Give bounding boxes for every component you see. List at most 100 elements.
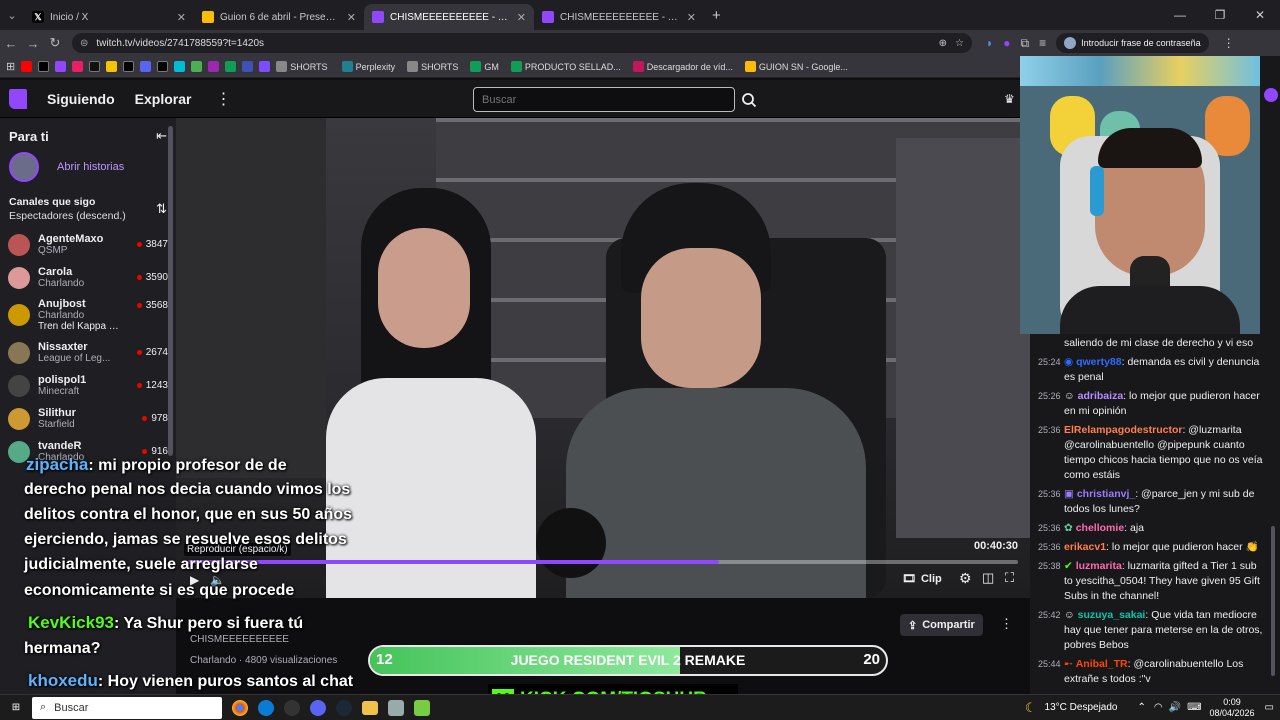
- browser-tab[interactable]: 𝕏 Inicio / X ✕: [24, 4, 194, 30]
- app-taskbar-icon[interactable]: [388, 699, 404, 716]
- chrome-taskbar-icon[interactable]: [232, 699, 248, 716]
- microphone: [536, 508, 606, 578]
- theatre-mode-icon[interactable]: ◫: [982, 570, 994, 586]
- sort-icon[interactable]: ⇅: [156, 201, 167, 217]
- share-icon: ⇪: [908, 619, 918, 632]
- sheets-icon: [510, 61, 522, 72]
- more-menu-icon[interactable]: ⋮: [215, 89, 231, 109]
- close-tab-icon[interactable]: ✕: [517, 11, 526, 24]
- bookmark-item[interactable]: SHORTS: [407, 61, 458, 72]
- volume-tray-icon[interactable]: 🔊: [1169, 702, 1181, 713]
- obs-taskbar-icon[interactable]: [284, 699, 300, 716]
- steam-taskbar-icon[interactable]: [336, 699, 352, 716]
- bookmark-icon[interactable]: [191, 61, 203, 72]
- channel-item[interactable]: Nissaxter League of Leg... 2674: [0, 336, 176, 369]
- bookmark-item[interactable]: Perplexity: [341, 61, 395, 72]
- bookmark-icon[interactable]: [174, 61, 186, 72]
- bookmark-icon[interactable]: [72, 61, 84, 72]
- edge-taskbar-icon[interactable]: [258, 699, 274, 716]
- taskbar-search[interactable]: ⌕ Buscar: [32, 696, 222, 719]
- wifi-icon[interactable]: ◠: [1154, 702, 1163, 713]
- fullscreen-icon[interactable]: ⛶: [1005, 570, 1014, 586]
- search-button[interactable]: [736, 87, 761, 112]
- shirt: [1060, 286, 1240, 334]
- channel-item[interactable]: Carola Charlando 3590: [0, 261, 176, 294]
- bookmark-star-icon[interactable]: ☆: [955, 38, 964, 49]
- sheets-bookmark-icon[interactable]: [225, 61, 237, 72]
- tray-chevron-icon[interactable]: ⌃: [1137, 702, 1145, 713]
- twitch-bookmark-icon[interactable]: [55, 61, 67, 72]
- bookmark-icon[interactable]: [157, 61, 169, 72]
- bookmark-icon[interactable]: [140, 61, 152, 72]
- collapse-sidebar-icon[interactable]: ⇤: [156, 128, 167, 144]
- twitch-logo-icon[interactable]: [9, 88, 27, 109]
- avatar: [8, 407, 30, 430]
- search-input[interactable]: [473, 87, 735, 112]
- following-link[interactable]: Siguiendo: [47, 91, 115, 107]
- browser-tab[interactable]: CHISMEEEEEEEEEE - Twitch✕: [534, 4, 704, 30]
- bookmark-icon[interactable]: [259, 61, 271, 72]
- stories-row[interactable]: Abrir historias: [0, 150, 176, 190]
- close-tab-icon[interactable]: ✕: [687, 11, 696, 24]
- x-bookmark-icon[interactable]: [38, 61, 50, 72]
- browser-tab-active[interactable]: CHISMEEEEEEEEEE - Twitch✕: [364, 4, 534, 30]
- forward-icon[interactable]: →: [22, 36, 44, 51]
- extension-icon[interactable]: ◗: [986, 36, 993, 50]
- notifications-icon[interactable]: ▭: [1265, 702, 1274, 713]
- avatar: [8, 341, 30, 364]
- language-icon[interactable]: ⌨: [1187, 702, 1201, 713]
- bookmark-item[interactable]: PRODUCTO SELLAD...: [510, 61, 621, 72]
- chat-message: 25:42 ☺ suzuya_sakai: Que vida tan medioc…: [1038, 609, 1263, 651]
- bookmark-icon[interactable]: [106, 61, 118, 72]
- youtube-bookmark-icon[interactable]: [21, 61, 33, 72]
- chat-scrollbar[interactable]: [1271, 526, 1275, 676]
- channel-item[interactable]: polispol1 Minecraft 1243: [0, 369, 176, 402]
- chat-message: saliendo de mi clase de derecho y vi eso: [1064, 337, 1254, 349]
- close-window-icon[interactable]: ✕: [1240, 8, 1280, 22]
- browser-tab[interactable]: Guion 6 de abril - Presentacion...✕: [194, 4, 364, 30]
- maximize-icon[interactable]: ❐: [1200, 8, 1240, 22]
- clip-button[interactable]: 🎞 Clip: [902, 572, 942, 586]
- zoom-icon[interactable]: ⊕: [939, 38, 947, 49]
- bookmark-icon[interactable]: [89, 61, 101, 72]
- discord-taskbar-icon[interactable]: [310, 699, 326, 716]
- sidebar-scrollbar[interactable]: [168, 126, 173, 456]
- tab-list-chevron-icon[interactable]: ⌄: [0, 9, 24, 22]
- apps-grid-icon[interactable]: ⊞: [6, 60, 15, 73]
- chat-badge-icon: ✿: [1064, 522, 1076, 534]
- new-tab-icon[interactable]: +: [712, 7, 721, 24]
- settings-gear-icon[interactable]: ⚙: [959, 570, 972, 587]
- close-tab-icon[interactable]: ✕: [177, 11, 186, 24]
- inbox-crown-icon[interactable]: ♛: [1004, 92, 1015, 106]
- app-taskbar-icon[interactable]: [414, 699, 430, 716]
- channel-item[interactable]: AnujbostCharlandoTren del Kappa dora...3…: [0, 294, 176, 336]
- bookmark-icon[interactable]: [208, 61, 220, 72]
- channel-item[interactable]: Silithur Starfield 978: [0, 402, 176, 435]
- bookmark-item[interactable]: GM: [470, 61, 499, 72]
- explore-link[interactable]: Explorar: [135, 91, 192, 107]
- clock[interactable]: 0:09 08/04/2026: [1210, 697, 1255, 719]
- url-field[interactable]: ⊜ twitch.tv/videos/2741788559?t=1420s ⊕ …: [72, 33, 972, 53]
- chat-badge-icon: ✔: [1064, 560, 1076, 572]
- close-tab-icon[interactable]: ✕: [347, 11, 356, 24]
- reload-icon[interactable]: ↻: [44, 35, 66, 51]
- tiktok-bookmark-icon[interactable]: [123, 61, 135, 72]
- bookmark-item[interactable]: SHORTS: [276, 61, 328, 72]
- bookmark-icon[interactable]: [242, 61, 254, 72]
- streamer-hair: [1098, 128, 1202, 168]
- menu-kebab-icon[interactable]: ⋮: [1223, 36, 1235, 50]
- site-info-icon[interactable]: ⊜: [80, 38, 88, 49]
- extension-icon[interactable]: ●: [1003, 36, 1010, 50]
- password-prompt-chip[interactable]: Introducir frase de contraseña: [1056, 33, 1209, 53]
- windows-start-icon[interactable]: ⊞: [5, 699, 27, 717]
- channel-item[interactable]: AgenteMaxo QSMP 3847: [0, 228, 176, 261]
- more-options-icon[interactable]: ⋮: [1000, 616, 1013, 632]
- extensions-puzzle-icon[interactable]: ⧉: [1021, 36, 1030, 51]
- minimize-icon[interactable]: —: [1160, 8, 1200, 22]
- share-button[interactable]: ⇪ Compartir: [900, 614, 983, 636]
- bookmark-item[interactable]: GUION SN - Google...: [744, 61, 848, 72]
- folder-taskbar-icon[interactable]: [362, 700, 378, 715]
- back-icon[interactable]: ←: [0, 36, 22, 51]
- bookmark-item[interactable]: Descargador de víd...: [632, 61, 733, 72]
- media-icon[interactable]: ≡: [1039, 36, 1046, 50]
